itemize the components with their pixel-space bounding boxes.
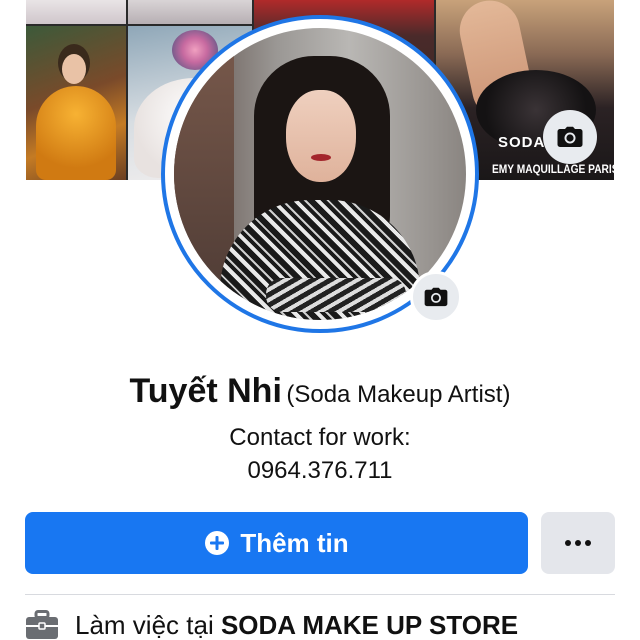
cover-photo-text: EMY MAQUILLAGE PARIS: [492, 162, 614, 176]
camera-icon: [557, 126, 583, 147]
cover-tile: [128, 0, 252, 24]
profile-name: Tuyết Nhi: [129, 372, 282, 410]
photo-detail: [62, 54, 86, 84]
cover-photo-text: SODA: [498, 134, 546, 151]
work-prefix: Làm việc tại: [75, 610, 221, 640]
work-text: Làm việc tại SODA MAKE UP STORE: [75, 610, 518, 640]
photo-detail: [266, 278, 406, 312]
photo-detail: [286, 90, 356, 182]
cover-tile: [26, 26, 126, 180]
profile-alt-name: (Soda Makeup Artist): [286, 381, 511, 408]
more-options-button[interactable]: [541, 512, 615, 574]
profile-screen: SODA EMY MAQUILLAGE PARIS Tuyết Nhi (Sod…: [0, 0, 640, 640]
more-dots-icon: [565, 540, 591, 546]
edit-cover-camera-button[interactable]: [543, 110, 597, 164]
photo-detail: [36, 86, 116, 180]
plus-circle-icon: [205, 531, 230, 555]
bio-phone: 0964.376.711: [247, 457, 393, 484]
edit-profile-picture-camera-button[interactable]: [410, 271, 462, 323]
add-story-label: Thêm tin: [240, 527, 349, 558]
divider: [25, 594, 615, 595]
photo-detail: [311, 154, 331, 161]
work-place-link[interactable]: SODA MAKE UP STORE: [221, 610, 518, 640]
work-detail-row: Làm việc tại SODA MAKE UP STORE: [25, 610, 625, 640]
cover-tile: [26, 0, 126, 24]
briefcase-icon: [26, 610, 58, 639]
camera-icon: [424, 287, 448, 307]
profile-name-row: Tuyết Nhi (Soda Makeup Artist): [0, 372, 640, 411]
add-story-button[interactable]: Thêm tin: [25, 512, 528, 574]
bio-line: Contact for work:: [229, 424, 411, 451]
